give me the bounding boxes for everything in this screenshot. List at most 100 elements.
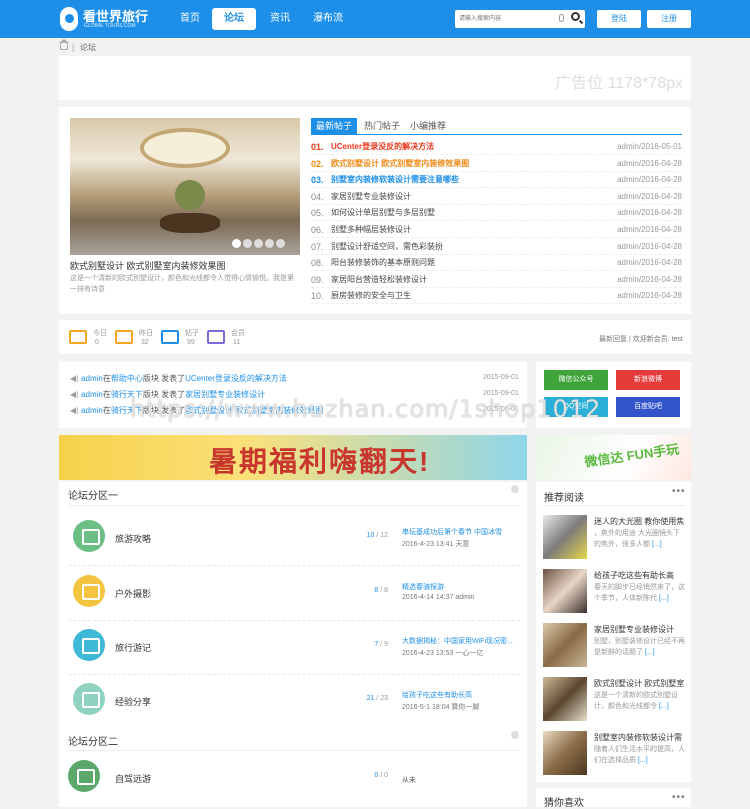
board-divider	[68, 620, 520, 621]
article-thumbnail[interactable]	[543, 623, 587, 667]
tieba-button[interactable]: 百度贴吧	[616, 397, 680, 417]
thread-meta: admin/2016-04-28	[617, 274, 682, 284]
board-name[interactable]: 经验分享	[115, 695, 151, 708]
board-last-post[interactable]: 从未	[402, 775, 416, 785]
thread-row[interactable]: 02. 欧式别墅设计 欧式别墅室内装修效果图 admin/2016-04-28	[311, 156, 682, 172]
news-title[interactable]: UCenter登录没反的解决方法	[185, 374, 287, 383]
board-name[interactable]: 户外摄影	[115, 587, 151, 600]
thread-title[interactable]: 家居别墅专业装修设计	[331, 189, 411, 205]
read-more-link[interactable]: [...]	[659, 703, 669, 710]
article-title[interactable]: 家居别墅专业装修设计	[594, 624, 686, 635]
board-icon[interactable]	[73, 629, 105, 661]
read-more-link[interactable]: [...]	[652, 541, 662, 548]
board-last-post[interactable]: 串坛基成功后第个春节 中国冰雪	[402, 527, 502, 537]
tab-editor-pick[interactable]: 小编推荐	[405, 118, 451, 134]
stat-value: 11	[233, 339, 241, 346]
thread-row[interactable]: 09. 家居阳台营造轻松装修设计 admin/2016-04-28	[311, 272, 682, 288]
nav-waterfall[interactable]: 瀑布流	[308, 8, 348, 30]
board-name[interactable]: 旅游攻略	[115, 532, 151, 545]
tab-hot[interactable]: 热门帖子	[359, 118, 405, 134]
slide-dot[interactable]	[276, 239, 285, 248]
forum-section-title: 论坛分区二	[68, 737, 118, 748]
thread-row[interactable]: 08. 阳台装修装饰的基本原则问题 admin/2016-04-28	[311, 255, 682, 272]
board-total: 0	[384, 772, 388, 779]
news-user[interactable]: admin	[81, 374, 103, 383]
register-button[interactable]: 注册	[647, 10, 691, 28]
article-title[interactable]: 欧式别墅设计 欧式别墅室	[594, 678, 686, 689]
more-icon[interactable]: •••	[672, 486, 686, 497]
login-button[interactable]: 登陆	[597, 10, 641, 28]
slide-dot[interactable]	[232, 239, 241, 248]
thread-row[interactable]: 04. 家居别墅专业装修设计 admin/2016-04-28	[311, 189, 682, 205]
thread-number: 04.	[311, 191, 324, 202]
thread-row[interactable]: 07. 别墅设计舒适空间，需色彩装扮 admin/2016-04-28	[311, 239, 682, 255]
tab-latest[interactable]: 最新帖子	[311, 118, 358, 134]
article-title[interactable]: 别墅室内装修软装设计需	[594, 732, 686, 743]
board-name[interactable]: 旅行游记	[115, 641, 151, 654]
thread-title[interactable]: 别墅多种幅层装修设计	[331, 222, 411, 238]
nav-forum[interactable]: 论坛	[212, 8, 256, 30]
nav-news[interactable]: 资讯	[262, 8, 298, 30]
board-last-post[interactable]: 给孩子吃这些有助长高	[402, 690, 472, 700]
weibo-button[interactable]: 新浪微博	[616, 370, 680, 390]
microphone-icon[interactable]	[559, 14, 564, 22]
slide-dot[interactable]	[254, 239, 263, 248]
thread-number: 05.	[311, 208, 324, 219]
article-thumbnail[interactable]	[543, 677, 587, 721]
slide-dot[interactable]	[243, 239, 252, 248]
slide-dots	[232, 239, 287, 250]
article-title[interactable]: 给孩子吃这些有助长高	[594, 570, 686, 581]
thread-title[interactable]: 别墅设计舒适空间，需色彩装扮	[331, 239, 443, 255]
stats-latest[interactable]: 最新回复 | 欢迎新会员: test	[599, 334, 683, 344]
side-promo-banner[interactable]: 微信达 FUN手玩	[536, 435, 691, 480]
thread-title[interactable]: 阳台装修装饰的基本原则问题	[331, 255, 435, 271]
board-icon[interactable]	[73, 520, 105, 552]
board-icon[interactable]	[68, 760, 100, 792]
article-thumbnail[interactable]	[543, 731, 587, 775]
thread-row[interactable]: 05. 如何设计单层别墅与多层别墅 admin/2016-04-28	[311, 205, 682, 222]
thread-row[interactable]: 03. 别墅室内装修软装设计需要注意哪些 admin/2016-04-28	[311, 172, 682, 189]
news-pre: 在	[102, 374, 111, 383]
board-name[interactable]: 自驾远游	[115, 772, 151, 785]
article-title[interactable]: 迷人的大光圈 教你使用焦	[594, 516, 686, 527]
thread-row[interactable]: 10. 厨房装修的安全与卫生 admin/2016-04-28	[311, 288, 682, 305]
nav-home[interactable]: 首页	[172, 8, 208, 30]
thread-row[interactable]: 01. UCenter登录没反的解决方法 admin/2016-05-01	[311, 139, 682, 155]
summer-promo-banner[interactable]: 暑期福利嗨翻天!	[59, 435, 527, 480]
collapse-icon[interactable]	[511, 731, 519, 739]
news-pre: 在	[102, 390, 111, 399]
board-today: 8	[374, 587, 379, 594]
board-icon[interactable]	[73, 575, 105, 607]
search-input[interactable]	[459, 13, 554, 25]
thread-title[interactable]: 别墅室内装修软装设计需要注意哪些	[331, 172, 459, 188]
collapse-icon[interactable]	[511, 485, 519, 493]
ad-banner[interactable]: 广告位 1178*78px	[59, 56, 691, 100]
feature-slide-image[interactable]	[70, 118, 300, 255]
news-user[interactable]: admin	[81, 390, 103, 399]
read-more-link[interactable]: [...]	[638, 757, 648, 764]
stat-label: 昨日	[139, 330, 153, 337]
home-icon[interactable]	[59, 39, 69, 50]
article-thumbnail[interactable]	[543, 515, 587, 559]
logo-icon[interactable]	[58, 5, 80, 33]
read-more-link[interactable]: [...]	[645, 649, 655, 656]
read-more-link[interactable]: [...]	[659, 595, 669, 602]
thread-title[interactable]: 厨房装修的安全与卫生	[331, 288, 411, 304]
news-user[interactable]: admin	[81, 406, 103, 415]
news-board[interactable]: 帮助中心	[111, 374, 143, 383]
thread-title[interactable]: UCenter登录没反的解决方法	[331, 139, 434, 155]
more-icon[interactable]: •••	[672, 792, 686, 803]
board-last-post[interactable]: 精选春骑探游	[402, 582, 444, 592]
search-icon[interactable]	[571, 12, 580, 21]
feature-caption[interactable]: 欧式别墅设计 欧式别墅室内装修效果图	[70, 259, 226, 272]
wechat-button[interactable]: 微信公众号	[544, 370, 608, 390]
slide-dot[interactable]	[265, 239, 274, 248]
thread-title[interactable]: 如何设计单层别墅与多层别墅	[331, 205, 435, 221]
thread-row[interactable]: 06. 别墅多种幅层装修设计 admin/2016-04-28	[311, 222, 682, 238]
thread-title[interactable]: 欧式别墅设计 欧式别墅室内装修效果图	[331, 156, 469, 172]
board-last-post[interactable]: 大数据揭秘：中国家用WiFi现况密...	[402, 636, 513, 646]
board-icon[interactable]	[73, 683, 105, 715]
board-count: 10 / 12	[366, 532, 388, 539]
thread-title[interactable]: 家居阳台营造轻松装修设计	[331, 272, 427, 288]
article-thumbnail[interactable]	[543, 569, 587, 613]
